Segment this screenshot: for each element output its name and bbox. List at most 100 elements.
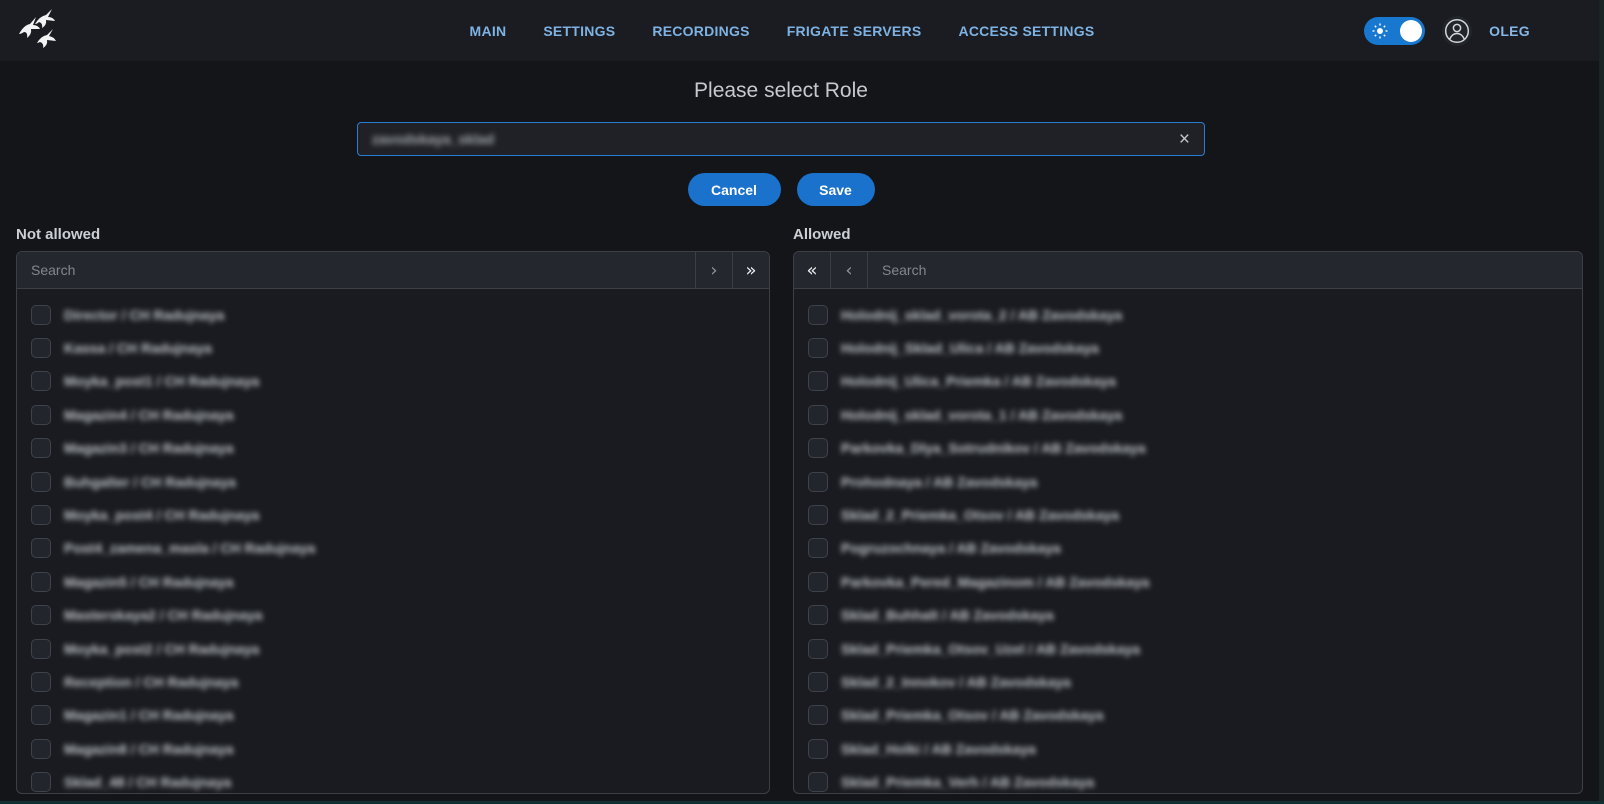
item-checkbox[interactable] bbox=[808, 371, 828, 391]
item-checkbox[interactable] bbox=[31, 572, 51, 592]
list-item[interactable]: Holodnij_sklad_vorota_2 / AB Zavodskaya bbox=[808, 298, 1582, 331]
list-item[interactable]: Moyka_post2 / CH Radujnaya bbox=[31, 632, 769, 665]
save-button[interactable]: Save bbox=[797, 173, 875, 206]
item-checkbox[interactable] bbox=[31, 505, 51, 525]
item-checkbox[interactable] bbox=[808, 772, 828, 792]
list-item[interactable]: Sklad_Buhhalt / AB Zavodskaya bbox=[808, 599, 1582, 632]
item-label: Post4_zamena_masla / CH Radujnaya bbox=[64, 540, 315, 556]
item-checkbox[interactable] bbox=[31, 538, 51, 558]
item-label: Holodnij_Sklad_Ulica / AB Zavodskaya bbox=[841, 340, 1099, 356]
item-checkbox[interactable] bbox=[31, 472, 51, 492]
nav-item[interactable]: SETTINGS bbox=[543, 23, 615, 39]
list-item[interactable]: Magazin5 / CH Radujnaya bbox=[31, 565, 769, 598]
clear-input-icon[interactable]: × bbox=[1177, 130, 1192, 149]
list-item[interactable]: Magazin4 / CH Radujnaya bbox=[31, 398, 769, 431]
move-selected-left-button[interactable]: ‹ bbox=[831, 252, 868, 288]
list-item[interactable]: Post4_zamena_masla / CH Radujnaya bbox=[31, 532, 769, 565]
list-item[interactable]: Sklad_48 / CH Radujnaya bbox=[31, 765, 769, 793]
item-label: Magazin3 / CH Radujnaya bbox=[64, 440, 234, 456]
theme-toggle[interactable] bbox=[1364, 17, 1425, 45]
list-item[interactable]: Magazin3 / CH Radujnaya bbox=[31, 432, 769, 465]
nav-item[interactable]: ACCESS SETTINGS bbox=[958, 23, 1094, 39]
list-item[interactable]: Sklad_Holki / AB Zavodskaya bbox=[808, 732, 1582, 765]
item-checkbox[interactable] bbox=[808, 305, 828, 325]
move-selected-right-button[interactable]: › bbox=[695, 252, 732, 288]
list-item[interactable]: Masterskaya2 / CH Radujnaya bbox=[31, 599, 769, 632]
item-checkbox[interactable] bbox=[31, 371, 51, 391]
item-checkbox[interactable] bbox=[31, 438, 51, 458]
item-label: Sklad_Priemka_Otsov_Uzel / AB Zavodskaya bbox=[841, 641, 1140, 657]
item-checkbox[interactable] bbox=[31, 405, 51, 425]
item-checkbox[interactable] bbox=[808, 572, 828, 592]
item-label: Holodnij_Ulica_Priemka / AB Zavodskaya bbox=[841, 373, 1116, 389]
item-checkbox[interactable] bbox=[808, 672, 828, 692]
not-allowed-toolbar: › » bbox=[17, 252, 769, 289]
header-right-controls: OLEG bbox=[1364, 0, 1530, 61]
nav-item[interactable]: RECORDINGS bbox=[652, 23, 749, 39]
item-label: Sklad_Holki / AB Zavodskaya bbox=[841, 741, 1036, 757]
item-checkbox[interactable] bbox=[31, 639, 51, 659]
allowed-list: Holodnij_sklad_vorota_2 / AB Zavodskaya … bbox=[794, 289, 1582, 793]
item-checkbox[interactable] bbox=[808, 639, 828, 659]
list-item[interactable]: Prohodnaya / AB Zavodskaya bbox=[808, 465, 1582, 498]
item-label: Magazin5 / CH Radujnaya bbox=[64, 574, 234, 590]
item-label: Kassa / CH Radujnaya bbox=[64, 340, 212, 356]
list-item[interactable]: Magazin8 / CH Radujnaya bbox=[31, 732, 769, 765]
item-label: Moyka_post4 / CH Radujnaya bbox=[64, 507, 259, 523]
list-item[interactable]: Parkovka_Pered_Magazinom / AB Zavodskaya bbox=[808, 565, 1582, 598]
list-item[interactable]: Reception / CH Radujnaya bbox=[31, 665, 769, 698]
role-input-value: zavodskaya_sklad bbox=[372, 131, 1177, 147]
list-item[interactable]: Sklad_Priemka_Verh / AB Zavodskaya bbox=[808, 765, 1582, 793]
item-checkbox[interactable] bbox=[808, 605, 828, 625]
item-checkbox[interactable] bbox=[31, 739, 51, 759]
item-checkbox[interactable] bbox=[808, 338, 828, 358]
item-checkbox[interactable] bbox=[808, 472, 828, 492]
nav-item[interactable]: MAIN bbox=[470, 23, 507, 39]
list-item[interactable]: Parkovka_Dlya_Sotrudnikov / AB Zavodskay… bbox=[808, 432, 1582, 465]
item-checkbox[interactable] bbox=[31, 338, 51, 358]
allowed-title: Allowed bbox=[793, 226, 851, 243]
item-label: Sklad_Priemka_Otsov / AB Zavodskaya bbox=[841, 707, 1104, 723]
list-item[interactable]: Kassa / CH Radujnaya bbox=[31, 331, 769, 364]
cancel-button[interactable]: Cancel bbox=[688, 173, 781, 206]
item-label: Magazin4 / CH Radujnaya bbox=[64, 407, 234, 423]
page-title: Please select Role bbox=[357, 79, 1205, 103]
item-checkbox[interactable] bbox=[31, 705, 51, 725]
nav-item[interactable]: FRIGATE SERVERS bbox=[787, 23, 922, 39]
item-checkbox[interactable] bbox=[31, 305, 51, 325]
list-item[interactable]: Holodnij_sklad_vorota_1 / AB Zavodskaya bbox=[808, 398, 1582, 431]
item-checkbox[interactable] bbox=[31, 605, 51, 625]
list-item[interactable]: Holodnij_Ulica_Priemka / AB Zavodskaya bbox=[808, 365, 1582, 398]
list-item[interactable]: Sklad_Priemka_Otsov_Uzel / AB Zavodskaya bbox=[808, 632, 1582, 665]
move-all-right-button[interactable]: » bbox=[732, 252, 769, 288]
item-label: Sklad_2_Innokov / AB Zavodskaya bbox=[841, 674, 1071, 690]
list-item[interactable]: Moyka_post4 / CH Radujnaya bbox=[31, 498, 769, 531]
item-checkbox[interactable] bbox=[31, 772, 51, 792]
item-checkbox[interactable] bbox=[808, 538, 828, 558]
item-checkbox[interactable] bbox=[31, 672, 51, 692]
item-checkbox[interactable] bbox=[808, 405, 828, 425]
not-allowed-search-input[interactable] bbox=[17, 252, 695, 288]
list-item[interactable]: Sklad_Priemka_Otsov / AB Zavodskaya bbox=[808, 699, 1582, 732]
role-input[interactable]: zavodskaya_sklad × bbox=[357, 122, 1205, 156]
list-item[interactable]: Pogruzochnaya / AB Zavodskaya bbox=[808, 532, 1582, 565]
list-item[interactable]: Moyka_post1 / CH Radujnaya bbox=[31, 365, 769, 398]
list-item[interactable]: Magazin1 / CH Radujnaya bbox=[31, 699, 769, 732]
list-item[interactable]: Buhgalter / CH Radujnaya bbox=[31, 465, 769, 498]
allowed-search-input[interactable] bbox=[868, 252, 1582, 288]
username-label[interactable]: OLEG bbox=[1489, 23, 1530, 39]
list-item[interactable]: Holodnij_Sklad_Ulica / AB Zavodskaya bbox=[808, 331, 1582, 364]
page-scrollbar[interactable] bbox=[1599, 0, 1604, 804]
list-item[interactable]: Sklad_2_Priemka_Otsov / AB Zavodskaya bbox=[808, 498, 1582, 531]
item-checkbox[interactable] bbox=[808, 505, 828, 525]
user-avatar-icon[interactable] bbox=[1442, 16, 1472, 46]
main-nav: MAIN SETTINGS RECORDINGS FRIGATE SERVERS… bbox=[0, 0, 1564, 61]
sun-icon bbox=[1372, 23, 1388, 44]
item-checkbox[interactable] bbox=[808, 438, 828, 458]
list-item[interactable]: Director / CH Radujnaya bbox=[31, 298, 769, 331]
item-label: Prohodnaya / AB Zavodskaya bbox=[841, 474, 1037, 490]
item-checkbox[interactable] bbox=[808, 739, 828, 759]
item-checkbox[interactable] bbox=[808, 705, 828, 725]
move-all-left-button[interactable]: « bbox=[794, 252, 831, 288]
list-item[interactable]: Sklad_2_Innokov / AB Zavodskaya bbox=[808, 665, 1582, 698]
